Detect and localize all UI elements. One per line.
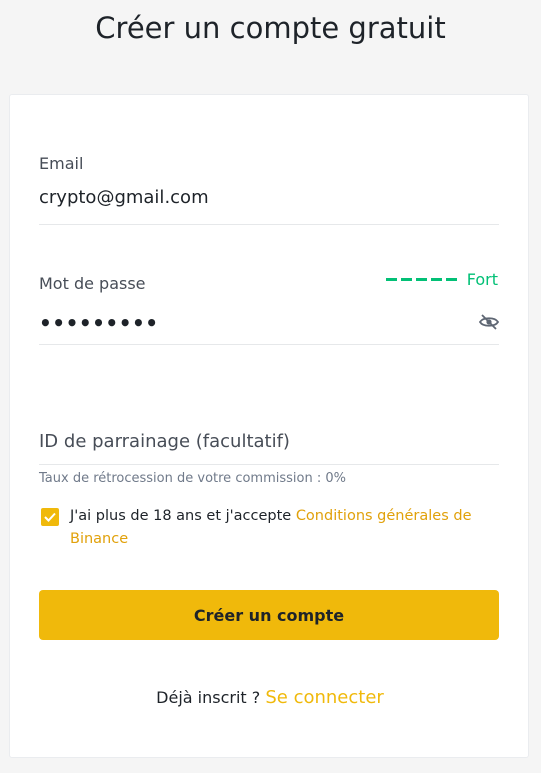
terms-text: J'ai plus de 18 ans et j'accepte Conditi…	[70, 505, 490, 551]
password-label: Mot de passe	[39, 274, 146, 293]
login-prompt-text: Déjà inscrit ?	[156, 688, 266, 707]
commission-rate-text: Taux de rétrocession de votre commission…	[39, 471, 346, 486]
create-account-button[interactable]: Créer un compte	[39, 590, 499, 640]
email-label: Email	[39, 154, 84, 173]
terms-label: J'ai plus de 18 ans et j'accepte	[70, 508, 296, 524]
login-link[interactable]: Se connecter	[265, 687, 383, 708]
signup-card: Email crypto@gmail.com Mot de passe Fort…	[9, 94, 529, 758]
strength-label: Fort	[466, 270, 498, 289]
eye-slash-icon[interactable]	[479, 313, 499, 331]
terms-checkbox[interactable]	[41, 508, 59, 526]
referral-placeholder: ID de parrainage (facultatif)	[39, 431, 290, 452]
page-title: Créer un compte gratuit	[95, 11, 446, 45]
login-prompt: Déjà inscrit ? Se connecter	[10, 687, 530, 708]
email-value: crypto@gmail.com	[39, 187, 209, 208]
password-value: •••••••••	[39, 311, 159, 335]
referral-field[interactable]: ID de parrainage (facultatif)	[39, 427, 499, 465]
checkmark-icon	[44, 512, 56, 522]
email-field[interactable]: crypto@gmail.com	[39, 187, 499, 225]
password-field[interactable]: •••••••••	[39, 307, 499, 345]
strength-meter	[385, 278, 457, 281]
password-strength-indicator: Fort	[385, 270, 498, 289]
